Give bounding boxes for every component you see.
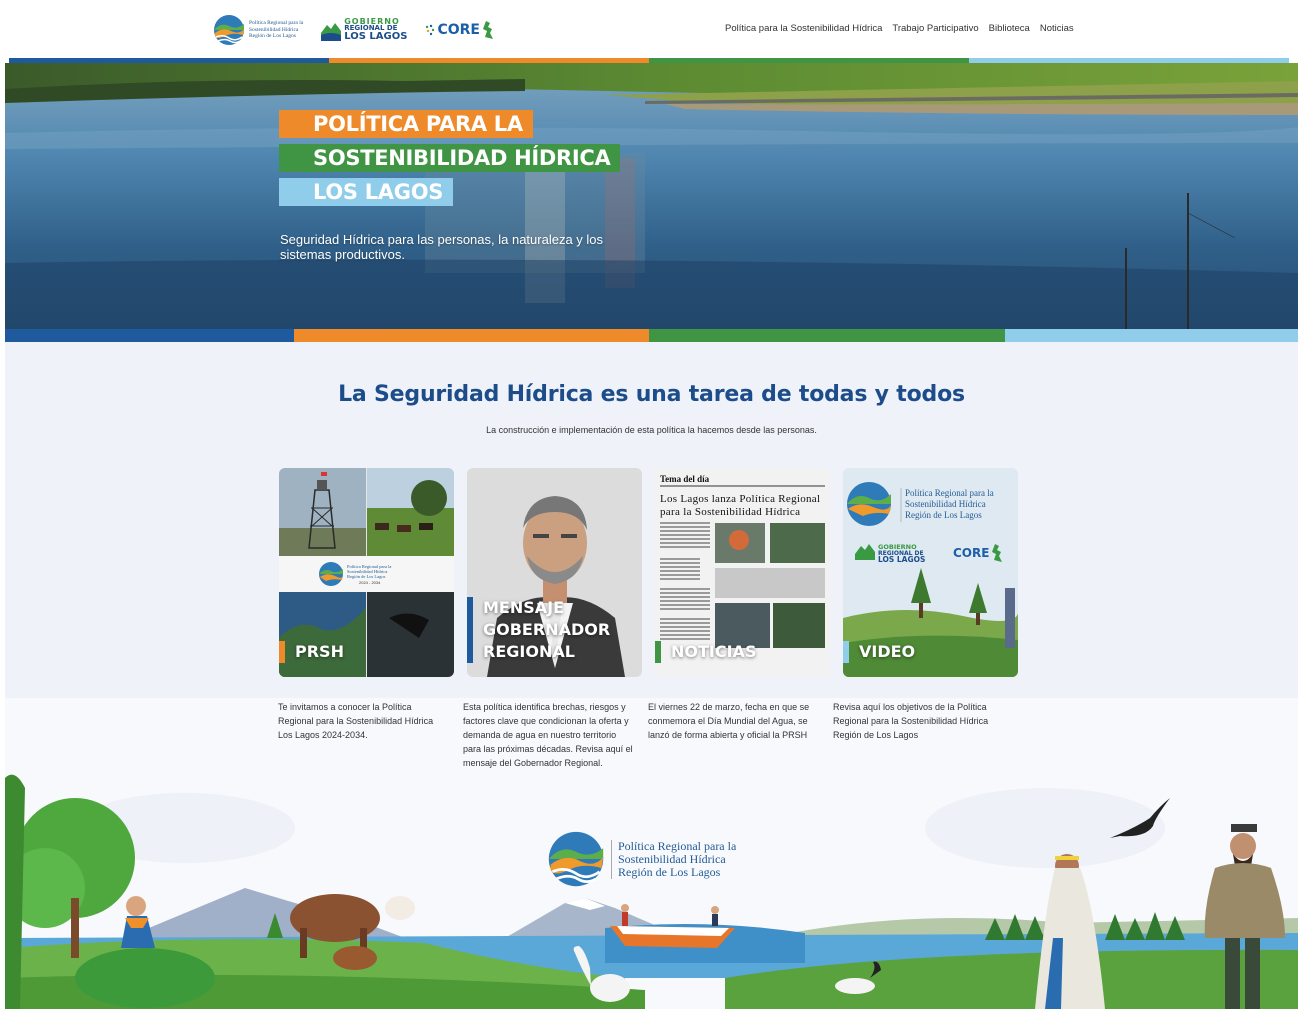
gore-logo-line-3: LOS LAGOS <box>344 31 408 42</box>
card-mensaje-label: MENSAJE GOBERNADOR REGIONAL <box>467 597 617 663</box>
card-noticias-accent <box>655 641 661 663</box>
site-header: Política Regional para la Sostenibilidad… <box>9 4 1289 58</box>
gore-emblem-icon <box>321 23 342 41</box>
card-video-title: VIDEO <box>859 642 916 661</box>
hero-title-line-1: POLÍTICA PARA LA <box>279 110 533 138</box>
main-nav: Política para la Sostenibilidad Hídrica … <box>725 23 1074 34</box>
card-mensaje-description: Esta política identifica brechas, riesgo… <box>463 702 633 768</box>
newspaper-headline-2: para la Sostenibilidad Hídrica <box>660 506 800 518</box>
video-gore-line-3: LOS LAGOS <box>878 555 925 564</box>
prsh-logo-line-3: Región de Los Lagos <box>347 574 386 579</box>
hero-color-stripe <box>5 329 1298 342</box>
gobierno-regional-logo[interactable]: GOBIERNO REGIONAL DE LOS LAGOS <box>321 18 407 42</box>
card-noticias-description: El viernes 22 de marzo, fecha en que se … <box>648 702 810 740</box>
card-noticias-label: NOTICIAS <box>655 641 756 663</box>
video-logo-line-1: Política Regional para la <box>905 488 994 498</box>
nav-noticias[interactable]: Noticias <box>1040 23 1074 34</box>
footer-water-policy-emblem-icon <box>548 831 604 887</box>
card-mensaje-gobernador[interactable]: MENSAJE GOBERNADOR REGIONAL <box>467 468 642 677</box>
core-dots-icon <box>426 24 435 36</box>
video-core-text: CORE <box>953 546 989 560</box>
prsh-logo[interactable]: Política Regional para la Sostenibilidad… <box>213 14 303 46</box>
card-noticias-title: NOTICIAS <box>671 642 757 661</box>
prsh-logo-line-1: Política Regional para la <box>249 20 304 27</box>
core-logo[interactable]: CORE <box>425 21 494 39</box>
hero-title: POLÍTICA PARA LA SOSTENIBILIDAD HÍDRICA … <box>279 110 621 212</box>
lake-landscape-image <box>5 63 1298 329</box>
card-video[interactable]: Política Regional para la Sostenibilidad… <box>843 468 1018 677</box>
region-map-icon <box>482 21 493 39</box>
card-video-description: Revisa aquí los objetivos de la Política… <box>833 702 989 740</box>
video-logo-line-2: Sostenibilidad Hídrica <box>905 499 986 509</box>
card-video-label: VIDEO <box>843 641 915 663</box>
card-mensaje-title: MENSAJE GOBERNADOR REGIONAL <box>483 597 617 663</box>
card-video-accent <box>843 641 849 663</box>
nav-politica[interactable]: Política para la Sostenibilidad Hídrica <box>725 23 882 34</box>
footer-logo-line-1: Política Regional para la <box>618 838 737 853</box>
prsh-logo-years: 2024 - 2034 <box>359 580 381 585</box>
newspaper-section: Tema del día <box>660 474 710 484</box>
nav-biblioteca[interactable]: Biblioteca <box>989 23 1030 34</box>
hero-banner: POLÍTICA PARA LA SOSTENIBILIDAD HÍDRICA … <box>5 63 1298 329</box>
newspaper-headline-1: Los Lagos lanza Política Regional <box>660 493 820 505</box>
card-noticias[interactable]: Tema del día Los Lagos lanza Política Re… <box>655 468 830 677</box>
hero-subtitle: Seguridad Hídrica para las personas, la … <box>280 232 604 262</box>
card-prsh[interactable]: Política Regional para la Sostenibilidad… <box>279 468 454 677</box>
water-policy-emblem-icon <box>214 15 244 45</box>
hero-title-line-3: LOS LAGOS <box>279 178 454 206</box>
section-title: La Seguridad Hídrica es una tarea de tod… <box>338 382 965 407</box>
hero-title-line-2: SOSTENIBILIDAD HÍDRICA <box>279 144 621 172</box>
card-prsh-title: PRSH <box>295 642 344 661</box>
footer-logo-line-3: Región de Los Lagos <box>618 864 721 879</box>
core-logo-text: CORE <box>437 22 480 38</box>
footer-logo-line-2: Sostenibilidad Hídrica <box>618 851 726 866</box>
card-mensaje-title-word: REGIONAL <box>483 642 575 661</box>
footer-prsh-logo[interactable]: Política Regional para la Sostenibilidad… <box>547 830 736 888</box>
card-prsh-description: Te invitamos a conocer la Política Regio… <box>278 702 434 740</box>
main-section: La Seguridad Hídrica es una tarea de tod… <box>5 342 1298 678</box>
logo-group: Política Regional para la Sostenibilidad… <box>213 14 494 46</box>
nav-trabajo-participativo[interactable]: Trabajo Participativo <box>892 23 978 34</box>
card-mensaje-title-word: MENSAJE <box>483 598 565 617</box>
video-logo-line-3: Región de Los Lagos <box>905 510 982 520</box>
prsh-logo-line-3: Región de Los Lagos <box>249 33 296 40</box>
card-prsh-label: PRSH <box>279 641 344 663</box>
card-mensaje-title-word: GOBERNADOR <box>483 620 611 639</box>
card-mensaje-accent <box>467 597 473 663</box>
section-subtitle: La construcción e implementación de esta… <box>486 425 817 435</box>
card-prsh-accent <box>279 641 285 663</box>
